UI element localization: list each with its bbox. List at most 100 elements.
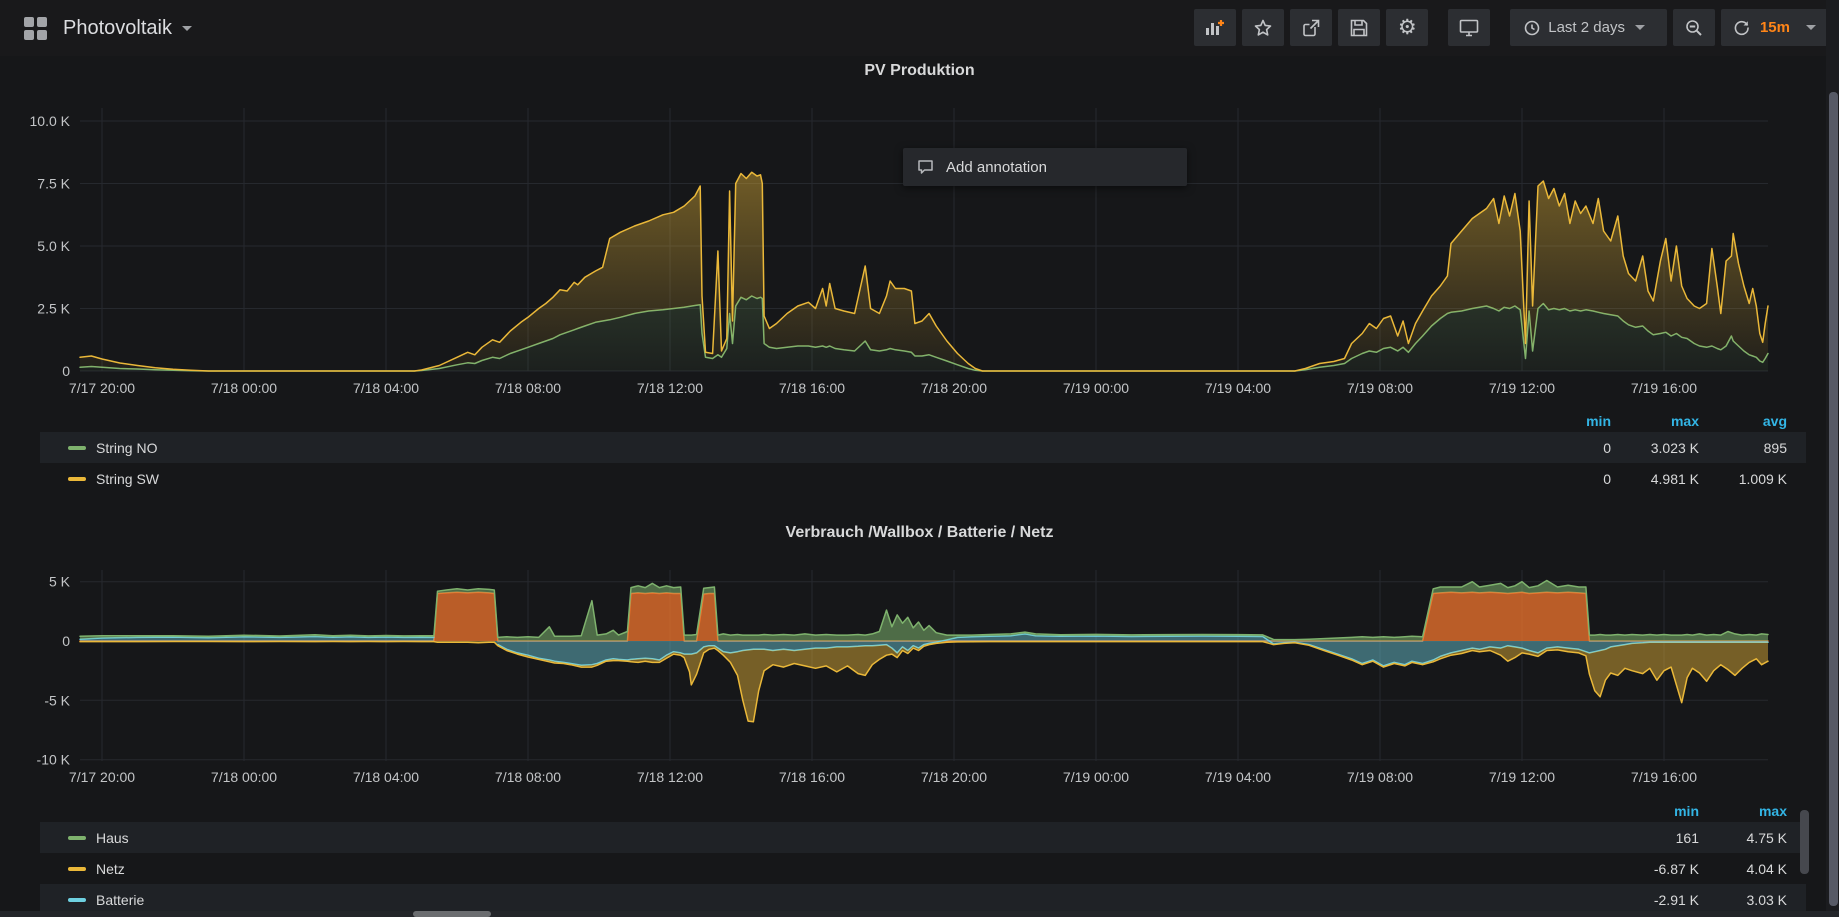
tv-mode-button[interactable] [1448, 9, 1490, 46]
time-series-chart-verbrauch[interactable]: 5 K 0 -5 K -10 K7/17 20:00 7/18 00:00 7/18 04… [0, 558, 1839, 798]
svg-text:7/19 16:00: 7/19 16:00 [1631, 380, 1697, 396]
zoom-out-button[interactable] [1673, 9, 1715, 46]
svg-text:7/18 00:00: 7/18 00:00 [211, 769, 277, 785]
max-value: 3.023 K [1611, 440, 1699, 456]
series-toggle-string-sw[interactable]: String SW [68, 471, 1523, 487]
series-swatch [68, 898, 86, 902]
save-icon [1350, 19, 1368, 37]
context-menu: Add annotation [903, 148, 1187, 186]
star-icon [1254, 19, 1272, 37]
star-button[interactable] [1242, 9, 1284, 46]
svg-text:7/18 04:00: 7/18 04:00 [353, 769, 419, 785]
share-icon [1302, 19, 1320, 37]
min-value: -2.91 K [1611, 892, 1699, 908]
svg-text:7/19 04:00: 7/19 04:00 [1205, 769, 1271, 785]
series-swatch [68, 836, 86, 840]
svg-text:7/18 12:00: 7/18 12:00 [637, 769, 703, 785]
svg-text:7/18 12:00: 7/18 12:00 [637, 380, 703, 396]
clock-icon [1524, 20, 1540, 36]
svg-text:7/17 20:00: 7/17 20:00 [69, 769, 135, 785]
svg-text:7/17 20:00: 7/17 20:00 [69, 380, 135, 396]
legend-scrollbar-thumb[interactable] [1800, 810, 1809, 874]
horizontal-scrollbar-thumb[interactable] [413, 911, 491, 917]
settings-button[interactable]: ⚙ [1386, 9, 1428, 46]
add-annotation-item[interactable]: Add annotation [946, 159, 1047, 176]
svg-text:7/19 00:00: 7/19 00:00 [1063, 769, 1129, 785]
series-swatch [68, 477, 86, 481]
min-header[interactable]: min [1611, 803, 1699, 819]
horizontal-scrollbar-track[interactable] [0, 911, 1839, 917]
legend-row-string-no: String NO 0 3.023 K 895 [40, 432, 1806, 463]
min-value: 0 [1523, 440, 1611, 456]
series-label: Haus [96, 830, 129, 846]
min-header[interactable]: min [1523, 413, 1611, 429]
grafana-dashboard: Photovoltaik [0, 0, 1839, 917]
svg-text:7/19 00:00: 7/19 00:00 [1063, 380, 1129, 396]
panel-title-pv-produktion[interactable]: PV Produktion [0, 62, 1839, 80]
time-range-label: Last 2 days [1548, 19, 1625, 36]
save-button[interactable] [1338, 9, 1380, 46]
series-label: String NO [96, 440, 157, 456]
tv-mode-icon [1459, 19, 1479, 37]
dashboard-title[interactable]: Photovoltaik [63, 17, 172, 40]
avg-header[interactable]: avg [1699, 413, 1787, 429]
svg-text:7/18 16:00: 7/18 16:00 [779, 769, 845, 785]
zoom-out-icon [1685, 19, 1703, 37]
title-caret-icon[interactable] [182, 26, 192, 31]
page-scrollbar-thumb[interactable] [1829, 92, 1838, 906]
max-header[interactable]: max [1699, 803, 1787, 819]
legend-header-row: min max [40, 799, 1806, 822]
series-swatch [68, 867, 86, 871]
series-toggle-string-no[interactable]: String NO [68, 440, 1523, 456]
series-toggle-netz[interactable]: Netz [68, 861, 1611, 877]
dashboard-grid-icon[interactable] [24, 17, 47, 40]
max-header[interactable]: max [1611, 413, 1699, 429]
svg-text:7/19 04:00: 7/19 04:00 [1205, 380, 1271, 396]
series-label: Netz [96, 861, 125, 877]
svg-text:5.0 K: 5.0 K [37, 238, 70, 254]
comment-bubble-icon [917, 159, 934, 175]
svg-text:-10 K: -10 K [37, 752, 71, 768]
navbar: Photovoltaik [0, 0, 1839, 56]
legend-header-row: min max avg [40, 409, 1806, 432]
legend-table-pv-produktion: min max avg String NO 0 3.023 K 895 Stri… [40, 409, 1806, 494]
series-toggle-batterie[interactable]: Batterie [68, 892, 1611, 908]
svg-text:7/19 08:00: 7/19 08:00 [1347, 769, 1413, 785]
min-value: 161 [1611, 830, 1699, 846]
svg-text:7/18 20:00: 7/18 20:00 [921, 769, 987, 785]
legend-row-haus: Haus 161 4.75 K [40, 822, 1806, 853]
svg-text:7/18 08:00: 7/18 08:00 [495, 769, 561, 785]
series-label: Batterie [96, 892, 144, 908]
time-range-button[interactable]: Last 2 days [1510, 9, 1667, 46]
svg-text:0: 0 [62, 633, 70, 649]
add-panel-button[interactable] [1194, 9, 1236, 46]
legend-row-string-sw: String SW 0 4.981 K 1.009 K [40, 463, 1806, 494]
svg-text:10.0 K: 10.0 K [30, 113, 71, 129]
svg-text:7/19 12:00: 7/19 12:00 [1489, 769, 1555, 785]
panel-title-verbrauch[interactable]: Verbrauch /Wallbox / Batterie / Netz [0, 524, 1839, 542]
svg-text:2.5 K: 2.5 K [37, 301, 70, 317]
refresh-interval-label: 15m [1760, 19, 1790, 36]
min-value: -6.87 K [1611, 861, 1699, 877]
legend-row-netz: Netz -6.87 K 4.04 K [40, 853, 1806, 884]
max-value: 4.981 K [1611, 471, 1699, 487]
svg-text:-5 K: -5 K [44, 692, 70, 708]
series-toggle-haus[interactable]: Haus [68, 830, 1611, 846]
svg-text:7/18 04:00: 7/18 04:00 [353, 380, 419, 396]
time-series-chart-pv-produktion[interactable]: 02.5 K5.0 K7.5 K10.0 K7/17 20:007/18 00:… [0, 95, 1839, 407]
svg-text:7/18 20:00: 7/18 20:00 [921, 380, 987, 396]
share-button[interactable] [1290, 9, 1332, 46]
add-panel-icon [1205, 19, 1225, 37]
gear-icon: ⚙ [1398, 17, 1417, 38]
time-range-caret-icon [1635, 25, 1645, 30]
svg-text:7/18 08:00: 7/18 08:00 [495, 380, 561, 396]
series-label: String SW [96, 471, 159, 487]
svg-text:7/19 16:00: 7/19 16:00 [1631, 769, 1697, 785]
avg-value: 895 [1699, 440, 1787, 456]
legend-table-verbrauch: min max Haus 161 4.75 K Netz -6.87 K 4.0… [40, 799, 1806, 915]
svg-text:5 K: 5 K [49, 574, 71, 590]
refresh-button[interactable]: 15m [1721, 9, 1828, 46]
avg-value: 1.009 K [1699, 471, 1787, 487]
max-value: 4.04 K [1699, 861, 1787, 877]
svg-text:7/19 12:00: 7/19 12:00 [1489, 380, 1555, 396]
